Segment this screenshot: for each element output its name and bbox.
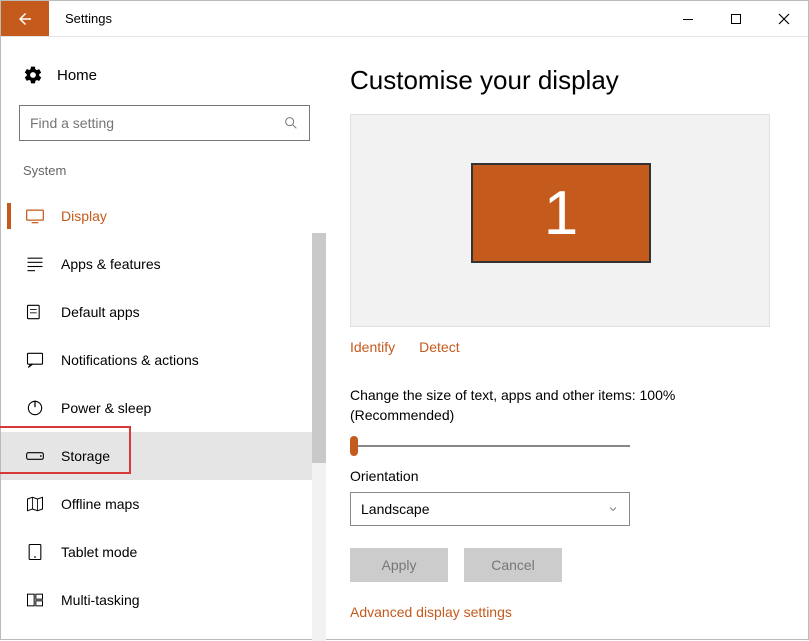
- nav-label: Storage: [61, 448, 110, 464]
- display-preview[interactable]: 1: [350, 114, 770, 327]
- nav-default-apps[interactable]: Default apps: [1, 288, 326, 336]
- chevron-down-icon: [607, 503, 619, 515]
- content: Home System Display Apps & features: [1, 37, 808, 641]
- nav-notifications[interactable]: Notifications & actions: [1, 336, 326, 384]
- search-input[interactable]: [30, 115, 283, 131]
- nav-label: Apps & features: [61, 256, 161, 272]
- nav-label: Display: [61, 208, 107, 224]
- nav-label: Offline maps: [61, 496, 139, 512]
- scrollbar-thumb[interactable]: [312, 233, 326, 463]
- display-icon: [25, 206, 45, 226]
- tablet-icon: [25, 542, 45, 562]
- advanced-link[interactable]: Advanced display settings: [350, 604, 780, 620]
- apply-button[interactable]: Apply: [350, 548, 448, 582]
- nav-label: Power & sleep: [61, 400, 151, 416]
- search-icon: [283, 115, 299, 131]
- nav-display[interactable]: Display: [1, 192, 326, 240]
- nav-apps[interactable]: Apps & features: [1, 240, 326, 288]
- detect-link[interactable]: Detect: [419, 339, 459, 355]
- nav-list: Display Apps & features Default apps Not…: [1, 192, 326, 624]
- maps-icon: [25, 494, 45, 514]
- slider-track: [350, 445, 630, 447]
- page-heading: Customise your display: [350, 65, 780, 96]
- default-apps-icon: [25, 302, 45, 322]
- maximize-icon: [730, 13, 742, 25]
- gear-icon: [23, 65, 43, 85]
- nav-offline-maps[interactable]: Offline maps: [1, 480, 326, 528]
- display-actions: Identify Detect: [350, 339, 780, 355]
- monitor-tile[interactable]: 1: [471, 163, 651, 263]
- multitasking-icon: [25, 590, 45, 610]
- identify-link[interactable]: Identify: [350, 339, 395, 355]
- active-marker: [7, 203, 11, 229]
- button-row: Apply Cancel: [350, 548, 780, 582]
- scaling-text: Change the size of text, apps and other …: [350, 385, 780, 426]
- nav-label: Default apps: [61, 304, 140, 320]
- nav-label: Tablet mode: [61, 544, 137, 560]
- slider-thumb[interactable]: [350, 436, 358, 456]
- close-button[interactable]: [760, 1, 808, 36]
- home-nav[interactable]: Home: [1, 65, 326, 105]
- arrow-left-icon: [16, 10, 34, 28]
- search-box[interactable]: [19, 105, 310, 141]
- sidebar: Home System Display Apps & features: [1, 37, 326, 641]
- section-label: System: [1, 163, 326, 192]
- minimize-icon: [682, 13, 694, 25]
- monitor-number: 1: [544, 178, 578, 249]
- orientation-value: Landscape: [361, 501, 430, 517]
- orientation-label: Orientation: [350, 468, 780, 484]
- notifications-icon: [25, 350, 45, 370]
- main-panel: Customise your display 1 Identify Detect…: [326, 37, 808, 641]
- nav-label: Multi-tasking: [61, 592, 140, 608]
- sidebar-scrollbar[interactable]: [312, 233, 326, 641]
- titlebar: Settings: [1, 1, 808, 37]
- scale-slider[interactable]: [350, 436, 630, 438]
- nav-tablet[interactable]: Tablet mode: [1, 528, 326, 576]
- home-label: Home: [57, 67, 97, 84]
- maximize-button[interactable]: [712, 1, 760, 36]
- apps-icon: [25, 254, 45, 274]
- cancel-button[interactable]: Cancel: [464, 548, 562, 582]
- minimize-button[interactable]: [664, 1, 712, 36]
- nav-label: Notifications & actions: [61, 352, 199, 368]
- back-button[interactable]: [1, 1, 49, 36]
- power-icon: [25, 398, 45, 418]
- nav-multitasking[interactable]: Multi-tasking: [1, 576, 326, 624]
- window-title: Settings: [49, 1, 112, 36]
- orientation-select[interactable]: Landscape: [350, 492, 630, 526]
- close-icon: [778, 13, 790, 25]
- nav-storage[interactable]: Storage: [1, 432, 326, 480]
- nav-power[interactable]: Power & sleep: [1, 384, 326, 432]
- storage-icon: [25, 446, 45, 466]
